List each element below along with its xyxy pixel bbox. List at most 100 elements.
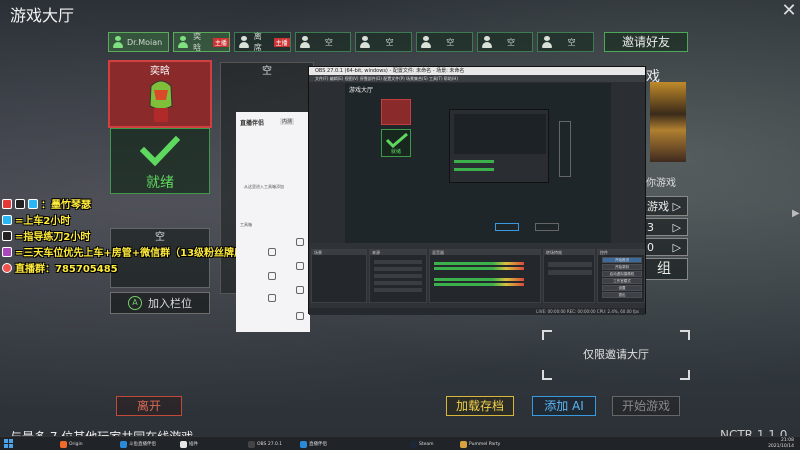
taskbar-app-label: Origin <box>69 441 83 447</box>
taskbar-app[interactable]: Steam <box>410 439 434 449</box>
tool-icon[interactable] <box>296 238 304 246</box>
nested-preview-area <box>454 114 546 154</box>
add-ai-button[interactable]: 添加 AI <box>532 396 596 416</box>
taskbar-app[interactable]: 斗鱼直播伴侣 <box>120 439 156 449</box>
audio-meter <box>434 262 524 265</box>
slot-name: 奕晗 <box>193 32 202 52</box>
taskbar-app[interactable]: 插件 <box>180 439 198 449</box>
taskbar-app[interactable]: OBS 27.0.1 <box>248 439 282 449</box>
overlay-line-1: ：墨竹琴瑟 <box>2 196 91 211</box>
play-arrow-icon: ▷ <box>672 220 681 234</box>
preview-side-panel <box>559 121 571 177</box>
slot-name: 空 <box>446 37 455 47</box>
player-slot-7[interactable]: 空 <box>476 32 534 52</box>
slot-name: 空 <box>567 37 576 47</box>
group-button[interactable]: 组 <box>640 258 688 280</box>
scroll-right-icon[interactable]: ▶ <box>792 208 800 222</box>
obs-menu-bar[interactable]: 文件(F) 编辑(E) 视图(V) 停靠部件(D) 配置文件(P) 场景集合(S… <box>309 75 645 82</box>
virtual-camera-button[interactable]: 启动虚拟摄像机 <box>602 271 642 277</box>
source-item[interactable] <box>374 281 422 285</box>
source-item[interactable] <box>374 267 422 271</box>
nested-meter <box>454 168 494 171</box>
assistant-brand: 直播伴侣 <box>240 120 265 127</box>
tool-icon[interactable] <box>268 272 276 280</box>
settings-button[interactable]: 设置 <box>602 285 642 291</box>
taskbar-app-label: 斗鱼直播伴侣 <box>129 442 156 447</box>
audio-meter <box>434 283 524 286</box>
start-recording-button[interactable]: 开始录制 <box>602 264 642 270</box>
player-slot-6[interactable]: 空 <box>415 32 473 52</box>
tool-icon[interactable] <box>296 312 304 320</box>
app-icon <box>410 440 417 448</box>
overlay-line-4: =三天车位优先上车+房管+微信群（13级粉丝牌房管） <box>2 244 264 259</box>
obs-preview[interactable]: 游戏大厅 就绪 <box>345 83 611 243</box>
play-arrow-icon: ▷ <box>672 199 681 213</box>
windows-start-icon[interactable] <box>4 439 14 449</box>
close-icon[interactable]: ✕ <box>778 0 800 22</box>
source-item[interactable] <box>374 288 422 292</box>
person-icon <box>542 36 553 48</box>
preview-start <box>535 223 559 231</box>
play-arrow-icon: ▷ <box>672 240 681 254</box>
player-slot-2[interactable]: 奕晗 主播 <box>173 32 230 52</box>
duration-input[interactable] <box>548 270 592 275</box>
tool-icon[interactable] <box>296 286 304 294</box>
transitions-dock[interactable]: 转场特效 <box>543 249 595 303</box>
audio-meter <box>434 278 524 281</box>
source-item[interactable] <box>374 260 422 264</box>
player-slot-3[interactable]: 离席 主播 <box>233 32 291 52</box>
person-icon <box>299 36 310 48</box>
game-select-button[interactable]: 游戏 ▷ <box>640 196 688 216</box>
sources-dock[interactable]: 来源 <box>369 249 427 303</box>
obs-docks: 场景 来源 混音器 转场特效 控件 开始推流 开始录制 启动虚拟摄像机 工作室模… <box>309 243 645 315</box>
player-slot-8[interactable]: 空 <box>537 32 594 52</box>
transition-select[interactable] <box>548 262 592 267</box>
slot-name: 空 <box>385 37 394 47</box>
tool-icon[interactable] <box>268 294 276 302</box>
option-row-3[interactable]: 3 ▷ <box>640 218 688 236</box>
assistant-hint: 从这里进入工具箱添加 <box>244 184 284 189</box>
overlay-line-3: =指导练刀2小时 <box>2 228 90 243</box>
leave-button[interactable]: 离开 <box>116 396 182 416</box>
tool-icon[interactable] <box>268 248 276 256</box>
scenes-dock[interactable]: 场景 <box>311 249 367 303</box>
lobby-privacy-box[interactable]: 仅限邀请大厅 <box>542 330 690 380</box>
mixer-dock[interactable]: 混音器 <box>429 249 541 303</box>
live-assistant-window[interactable]: 直播伴侣 内测 工具箱 从这里进入工具箱添加 <box>236 112 310 332</box>
player-slot-4[interactable]: 空 <box>294 32 352 52</box>
taskbar-app[interactable]: Pummel Party <box>460 439 500 449</box>
join-slot-label: 加入栏位 <box>148 297 192 310</box>
nested-obs-preview <box>449 109 549 183</box>
join-slot-button[interactable]: A 加入栏位 <box>110 292 210 314</box>
start-streaming-button[interactable]: 开始推流 <box>602 257 642 263</box>
option-row-0[interactable]: 0 ▷ <box>640 238 688 256</box>
person-icon <box>178 36 189 48</box>
preview-title: 游戏大厅 <box>349 87 374 94</box>
studio-mode-button[interactable]: 工作室模式 <box>602 278 642 284</box>
preview-add-ai <box>495 223 519 231</box>
taskbar-clock[interactable]: 21:08 2021/10/14 <box>768 438 794 450</box>
exit-button[interactable]: 退出 <box>602 292 642 298</box>
taskbar-app[interactable]: 直播伴侣 <box>300 439 327 449</box>
controls-dock[interactable]: 控件 开始推流 开始录制 启动虚拟摄像机 工作室模式 设置 退出 <box>597 249 645 303</box>
obs-window[interactable]: OBS 27.0.1 (64-bit, windows) - 配置文件: 未命名… <box>308 66 646 315</box>
taskbar-app-label: Pummel Party <box>469 441 501 447</box>
slot-name: 空 <box>324 37 333 47</box>
player-slot-bar: Dr.Moian 奕晗 主播 离席 主播 空 空 空 空 空 <box>108 32 594 52</box>
tool-icon[interactable] <box>296 262 304 270</box>
bilibili-icon <box>28 198 38 209</box>
load-save-button[interactable]: 加载存档 <box>446 396 514 416</box>
game-thumbnail <box>650 82 686 162</box>
player-slot-5[interactable]: 空 <box>355 32 412 52</box>
app-icon <box>120 440 127 448</box>
source-item[interactable] <box>374 274 422 278</box>
streamer-badge: 主播 <box>212 37 229 47</box>
checkmark-icon <box>140 136 180 166</box>
player-slot-1[interactable]: Dr.Moian <box>108 32 170 52</box>
taskbar-app[interactable]: Origin <box>60 439 83 449</box>
invite-friends-button[interactable]: 邀请好友 <box>604 32 688 52</box>
person-icon <box>420 36 431 48</box>
preview-ready-label: 就绪 <box>390 149 401 155</box>
slot-name: Dr.Moian <box>127 37 163 47</box>
start-game-button[interactable]: 开始游戏 <box>612 396 680 416</box>
